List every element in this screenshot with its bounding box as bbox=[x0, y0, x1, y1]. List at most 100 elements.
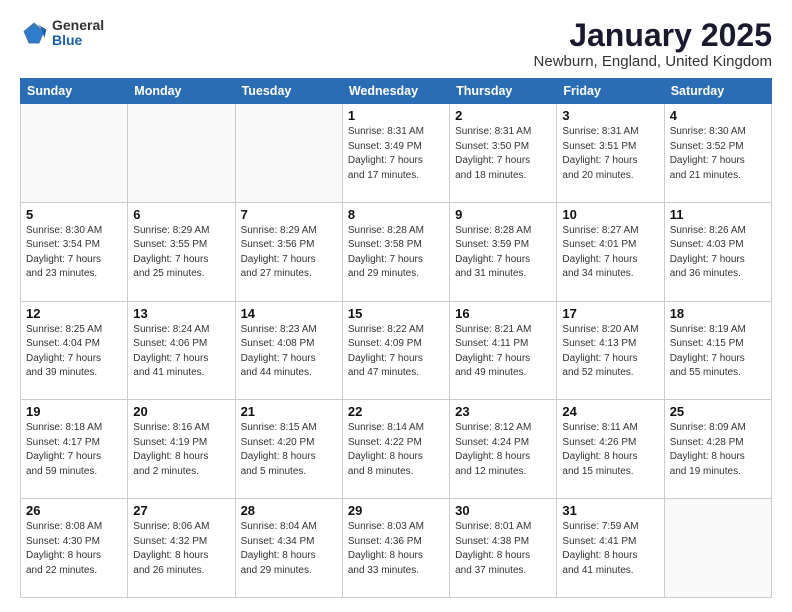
day-info: Sunrise: 8:11 AM Sunset: 4:26 PM Dayligh… bbox=[562, 421, 658, 479]
table-row: 9 Sunrise: 8:28 AM Sunset: 3:59 PM Daylig… bbox=[450, 202, 557, 301]
day-number: 1 bbox=[348, 108, 444, 123]
table-row: 12 Sunrise: 8:25 AM Sunset: 4:04 PM Dayli… bbox=[21, 301, 128, 400]
day-info: Sunrise: 8:28 AM Sunset: 3:59 PM Dayligh… bbox=[455, 224, 551, 282]
table-row: 7 Sunrise: 8:29 AM Sunset: 3:56 PM Daylig… bbox=[235, 202, 342, 301]
day-info: Sunrise: 8:26 AM Sunset: 4:03 PM Dayligh… bbox=[670, 224, 766, 282]
calendar-title: January 2025 bbox=[534, 18, 772, 53]
day-info: Sunrise: 8:15 AM Sunset: 4:20 PM Dayligh… bbox=[241, 421, 337, 479]
day-number: 29 bbox=[348, 503, 444, 518]
table-row: 21 Sunrise: 8:15 AM Sunset: 4:20 PM Dayli… bbox=[235, 400, 342, 499]
table-row: 24 Sunrise: 8:11 AM Sunset: 4:26 PM Dayli… bbox=[557, 400, 664, 499]
day-number: 13 bbox=[133, 306, 229, 321]
table-row: 22 Sunrise: 8:14 AM Sunset: 4:22 PM Dayli… bbox=[342, 400, 449, 499]
logo-text: General Blue bbox=[52, 18, 104, 49]
table-row: 11 Sunrise: 8:26 AM Sunset: 4:03 PM Dayli… bbox=[664, 202, 771, 301]
header-tuesday: Tuesday bbox=[235, 79, 342, 104]
table-row: 25Sunrise: 8:09 AM Sunset: 4:28 PM Dayli… bbox=[664, 400, 771, 499]
day-info: Sunrise: 8:03 AM Sunset: 4:36 PM Dayligh… bbox=[348, 520, 444, 578]
header-friday: Friday bbox=[557, 79, 664, 104]
day-info: Sunrise: 8:27 AM Sunset: 4:01 PM Dayligh… bbox=[562, 224, 658, 282]
logo-icon bbox=[20, 19, 48, 47]
day-info: Sunrise: 8:01 AM Sunset: 4:38 PM Dayligh… bbox=[455, 520, 551, 578]
day-header-row: Sunday Monday Tuesday Wednesday Thursday… bbox=[21, 79, 772, 104]
day-info: Sunrise: 8:25 AM Sunset: 4:04 PM Dayligh… bbox=[26, 323, 122, 381]
day-number: 18 bbox=[670, 306, 766, 321]
day-info: Sunrise: 8:18 AM Sunset: 4:17 PM Dayligh… bbox=[26, 421, 122, 479]
calendar-week-row: 5 Sunrise: 8:30 AM Sunset: 3:54 PM Daylig… bbox=[21, 202, 772, 301]
day-number: 24 bbox=[562, 404, 658, 419]
table-row: 15 Sunrise: 8:22 AM Sunset: 4:09 PM Dayli… bbox=[342, 301, 449, 400]
day-number: 3 bbox=[562, 108, 658, 123]
day-number: 21 bbox=[241, 404, 337, 419]
day-number: 8 bbox=[348, 207, 444, 222]
table-row: 5 Sunrise: 8:30 AM Sunset: 3:54 PM Daylig… bbox=[21, 202, 128, 301]
table-row: 14Sunrise: 8:23 AM Sunset: 4:08 PM Dayli… bbox=[235, 301, 342, 400]
table-row: 23Sunrise: 8:12 AM Sunset: 4:24 PM Dayli… bbox=[450, 400, 557, 499]
day-number: 10 bbox=[562, 207, 658, 222]
day-number: 15 bbox=[348, 306, 444, 321]
table-row: 30 Sunrise: 8:01 AM Sunset: 4:38 PM Dayli… bbox=[450, 499, 557, 598]
table-row: 2Sunrise: 8:31 AM Sunset: 3:50 PM Daylig… bbox=[450, 104, 557, 203]
day-info: Sunrise: 7:59 AM Sunset: 4:41 PM Dayligh… bbox=[562, 520, 658, 578]
table-row: 26 Sunrise: 8:08 AM Sunset: 4:30 PM Dayli… bbox=[21, 499, 128, 598]
day-number: 5 bbox=[26, 207, 122, 222]
logo-blue-text: Blue bbox=[52, 33, 104, 48]
header-sunday: Sunday bbox=[21, 79, 128, 104]
table-row: 6 Sunrise: 8:29 AM Sunset: 3:55 PM Daylig… bbox=[128, 202, 235, 301]
day-info: Sunrise: 8:16 AM Sunset: 4:19 PM Dayligh… bbox=[133, 421, 229, 479]
table-row: 20Sunrise: 8:16 AM Sunset: 4:19 PM Dayli… bbox=[128, 400, 235, 499]
calendar-subtitle: Newburn, England, United Kingdom bbox=[534, 53, 772, 70]
day-number: 27 bbox=[133, 503, 229, 518]
day-info: Sunrise: 8:12 AM Sunset: 4:24 PM Dayligh… bbox=[455, 421, 551, 479]
header: General Blue January 2025 Newburn, Engla… bbox=[20, 18, 772, 70]
table-row: 27 Sunrise: 8:06 AM Sunset: 4:32 PM Dayli… bbox=[128, 499, 235, 598]
table-row bbox=[128, 104, 235, 203]
day-number: 4 bbox=[670, 108, 766, 123]
day-info: Sunrise: 8:30 AM Sunset: 3:54 PM Dayligh… bbox=[26, 224, 122, 282]
day-info: Sunrise: 8:08 AM Sunset: 4:30 PM Dayligh… bbox=[26, 520, 122, 578]
day-number: 17 bbox=[562, 306, 658, 321]
table-row: 19 Sunrise: 8:18 AM Sunset: 4:17 PM Dayli… bbox=[21, 400, 128, 499]
day-info: Sunrise: 8:06 AM Sunset: 4:32 PM Dayligh… bbox=[133, 520, 229, 578]
calendar-week-row: 19 Sunrise: 8:18 AM Sunset: 4:17 PM Dayli… bbox=[21, 400, 772, 499]
table-row: 18 Sunrise: 8:19 AM Sunset: 4:15 PM Dayli… bbox=[664, 301, 771, 400]
table-row: 8 Sunrise: 8:28 AM Sunset: 3:58 PM Daylig… bbox=[342, 202, 449, 301]
day-number: 30 bbox=[455, 503, 551, 518]
calendar-week-row: 26 Sunrise: 8:08 AM Sunset: 4:30 PM Dayli… bbox=[21, 499, 772, 598]
day-number: 28 bbox=[241, 503, 337, 518]
day-number: 2 bbox=[455, 108, 551, 123]
day-info: Sunrise: 8:21 AM Sunset: 4:11 PM Dayligh… bbox=[455, 323, 551, 381]
day-info: Sunrise: 8:31 AM Sunset: 3:49 PM Dayligh… bbox=[348, 125, 444, 183]
day-number: 26 bbox=[26, 503, 122, 518]
day-number: 7 bbox=[241, 207, 337, 222]
day-number: 25 bbox=[670, 404, 766, 419]
table-row bbox=[235, 104, 342, 203]
day-info: Sunrise: 8:22 AM Sunset: 4:09 PM Dayligh… bbox=[348, 323, 444, 381]
table-row: 10 Sunrise: 8:27 AM Sunset: 4:01 PM Dayli… bbox=[557, 202, 664, 301]
table-row: 29 Sunrise: 8:03 AM Sunset: 4:36 PM Dayli… bbox=[342, 499, 449, 598]
table-row: 4Sunrise: 8:30 AM Sunset: 3:52 PM Daylig… bbox=[664, 104, 771, 203]
day-info: Sunrise: 8:23 AM Sunset: 4:08 PM Dayligh… bbox=[241, 323, 337, 381]
header-monday: Monday bbox=[128, 79, 235, 104]
title-block: January 2025 Newburn, England, United Ki… bbox=[534, 18, 772, 70]
day-number: 12 bbox=[26, 306, 122, 321]
table-row: 17 Sunrise: 8:20 AM Sunset: 4:13 PM Dayli… bbox=[557, 301, 664, 400]
day-info: Sunrise: 8:19 AM Sunset: 4:15 PM Dayligh… bbox=[670, 323, 766, 381]
day-number: 16 bbox=[455, 306, 551, 321]
day-number: 11 bbox=[670, 207, 766, 222]
day-number: 31 bbox=[562, 503, 658, 518]
day-info: Sunrise: 8:14 AM Sunset: 4:22 PM Dayligh… bbox=[348, 421, 444, 479]
day-info: Sunrise: 8:29 AM Sunset: 3:55 PM Dayligh… bbox=[133, 224, 229, 282]
day-number: 22 bbox=[348, 404, 444, 419]
day-number: 6 bbox=[133, 207, 229, 222]
table-row: 28Sunrise: 8:04 AM Sunset: 4:34 PM Dayli… bbox=[235, 499, 342, 598]
day-info: Sunrise: 8:24 AM Sunset: 4:06 PM Dayligh… bbox=[133, 323, 229, 381]
day-info: Sunrise: 8:20 AM Sunset: 4:13 PM Dayligh… bbox=[562, 323, 658, 381]
day-number: 9 bbox=[455, 207, 551, 222]
day-info: Sunrise: 8:29 AM Sunset: 3:56 PM Dayligh… bbox=[241, 224, 337, 282]
calendar-table: Sunday Monday Tuesday Wednesday Thursday… bbox=[20, 78, 772, 598]
day-info: Sunrise: 8:28 AM Sunset: 3:58 PM Dayligh… bbox=[348, 224, 444, 282]
header-saturday: Saturday bbox=[664, 79, 771, 104]
calendar-week-row: 1 Sunrise: 8:31 AM Sunset: 3:49 PM Daylig… bbox=[21, 104, 772, 203]
day-number: 19 bbox=[26, 404, 122, 419]
